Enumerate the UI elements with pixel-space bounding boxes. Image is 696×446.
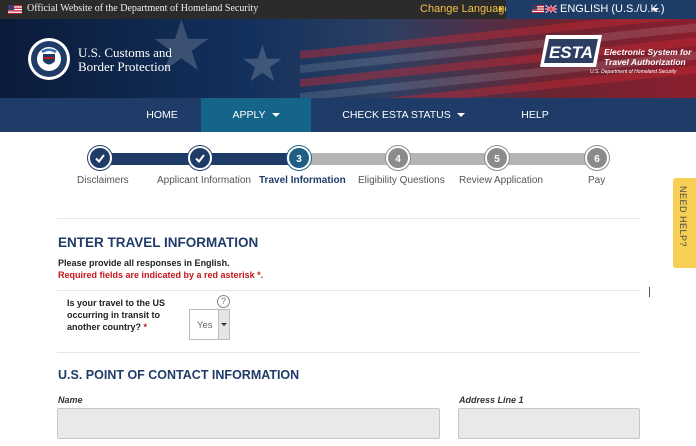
official-website-text: Official Website of the Department of Ho… <box>27 3 259 14</box>
main-navigation: HOME APPLY CHECK ESTA STATUS HELP <box>0 98 696 132</box>
transit-select-value: Yes <box>197 320 213 331</box>
change-language-link[interactable]: Change Language <box>420 3 511 15</box>
nav-home[interactable]: HOME <box>123 98 201 132</box>
question-line: Is your travel to the US <box>67 298 166 308</box>
us-flag-icon <box>532 5 544 13</box>
step-label: Applicant Information <box>157 175 251 186</box>
esta-tagline: Electronic System for Travel Authorizati… <box>604 47 691 67</box>
question-line-text: another country? <box>67 322 142 332</box>
application-progress: 3 4 5 6 Disclaimers Applicant Informatio… <box>0 132 696 192</box>
agency-name-line1: U.S. Customs and <box>78 45 172 60</box>
step-label: Pay <box>588 175 606 186</box>
chevron-down-icon <box>221 323 227 326</box>
step-number: 6 <box>594 154 600 165</box>
section-divider <box>57 218 640 219</box>
selected-language: ENGLISH (U.S./U.K.) <box>560 3 665 15</box>
nav-check-status-label: CHECK ESTA STATUS <box>342 109 451 121</box>
step-number: 4 <box>395 154 401 165</box>
us-flag-icon <box>8 5 22 14</box>
check-icon <box>95 154 105 163</box>
chevron-right-icon <box>499 6 503 12</box>
step-5-review-application: 5 <box>485 146 509 170</box>
nav-apply[interactable]: APPLY <box>201 98 311 132</box>
esta-logo[interactable]: ESTA <box>540 31 608 71</box>
step-label: Review Application <box>459 175 543 186</box>
instructions-text: Please provide all responses in English. <box>58 258 230 268</box>
page-title: ENTER TRAVEL INFORMATION <box>58 235 259 250</box>
name-field-label: Name <box>58 395 83 405</box>
nav-help[interactable]: HELP <box>496 98 574 132</box>
star-decoration-icon: ★ <box>240 36 285 92</box>
dhs-seal-icon[interactable] <box>27 37 71 81</box>
step-label-current: Travel Information <box>259 175 346 186</box>
nav-home-label: HOME <box>146 109 178 121</box>
step-number: 3 <box>296 154 302 165</box>
site-header: ★ ★ U.S. Customs and Border Protection E… <box>0 19 696 98</box>
address-line-1-label: Address Line 1 <box>459 395 524 405</box>
section-divider <box>57 290 640 291</box>
esta-tagline-line1: Electronic System for <box>604 47 692 57</box>
step-1-disclaimers[interactable] <box>88 146 112 170</box>
question-line: occurring in transit to <box>67 310 161 320</box>
official-banner: Official Website of the Department of Ho… <box>0 0 696 19</box>
transit-select[interactable]: Yes <box>189 309 230 340</box>
step-label: Disclaimers <box>77 175 129 186</box>
question-help-icon[interactable]: ? <box>217 295 230 308</box>
agency-name[interactable]: U.S. Customs and Border Protection <box>78 46 172 74</box>
nav-apply-label: APPLY <box>232 109 266 121</box>
language-selector[interactable]: ENGLISH (U.S./U.K.) <box>506 0 696 19</box>
progress-track-remaining <box>299 153 597 165</box>
section-title-point-of-contact: U.S. POINT OF CONTACT INFORMATION <box>58 368 300 382</box>
transit-question-label: Is your travel to the US occurring in tr… <box>67 297 187 333</box>
need-help-label: NEED HELP? <box>678 186 688 248</box>
step-4-eligibility-questions: 4 <box>386 146 410 170</box>
question-line: another country? * <box>67 321 187 333</box>
name-input[interactable] <box>57 408 440 439</box>
need-help-tab[interactable]: NEED HELP? <box>673 178 696 268</box>
chevron-down-icon <box>651 8 659 12</box>
step-number: 5 <box>494 154 500 165</box>
step-6-pay: 6 <box>585 146 609 170</box>
chevron-down-icon <box>456 113 465 118</box>
agency-name-line2: Border Protection <box>78 59 171 74</box>
uk-flag-icon <box>545 5 557 13</box>
chevron-down-icon <box>271 113 280 118</box>
step-3-travel-information: 3 <box>287 146 311 170</box>
check-icon <box>195 154 205 163</box>
address-line-1-input[interactable] <box>458 408 640 439</box>
scroll-indicator <box>649 287 650 297</box>
section-divider <box>57 352 640 353</box>
select-toggle[interactable] <box>218 310 229 339</box>
step-label: Eligibility Questions <box>358 175 445 186</box>
nav-help-label: HELP <box>521 109 549 121</box>
step-2-applicant-information[interactable] <box>188 146 212 170</box>
nav-check-esta-status[interactable]: CHECK ESTA STATUS <box>331 98 476 132</box>
required-asterisk: * <box>143 322 148 332</box>
esta-department-text: U.S. Department of Homeland Security <box>590 69 677 75</box>
required-fields-note: Required fields are indicated by a red a… <box>58 270 264 280</box>
esta-logo-text: ESTA <box>549 43 593 62</box>
esta-tagline-line2: Travel Authorization <box>604 57 686 67</box>
